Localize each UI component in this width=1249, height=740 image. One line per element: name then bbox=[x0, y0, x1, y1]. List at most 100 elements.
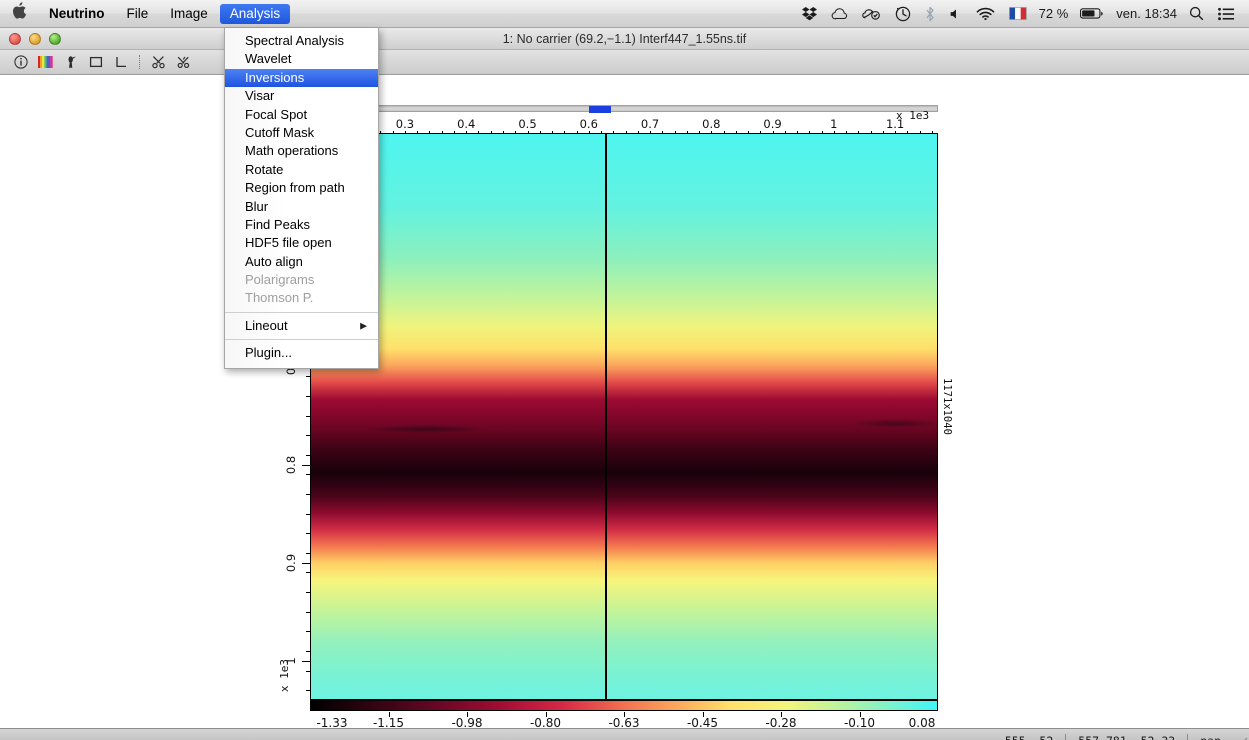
menu-item-region-from-path[interactable]: Region from path bbox=[225, 179, 378, 197]
ruler-tool-icon[interactable] bbox=[108, 52, 133, 73]
menu-bar-status-area: 72 % ven. 18:34 bbox=[795, 3, 1249, 25]
x-tick-label: 0.7 bbox=[640, 117, 660, 131]
flag-fr-icon[interactable] bbox=[1002, 3, 1034, 25]
menu-item-label: Blur bbox=[245, 198, 269, 214]
clock-label[interactable]: ven. 18:34 bbox=[1111, 6, 1182, 21]
x-tick-label: 1.1 bbox=[885, 117, 905, 131]
menu-separator bbox=[225, 311, 378, 313]
volume-icon[interactable] bbox=[942, 3, 969, 25]
menu-item-label: Visar bbox=[245, 88, 275, 104]
menu-item-blur[interactable]: Blur bbox=[225, 198, 378, 216]
menu-item-wavelet[interactable]: Wavelet bbox=[225, 50, 378, 68]
status-pixel-coords: 555 −52 bbox=[993, 734, 1065, 740]
zoom-button[interactable] bbox=[49, 32, 61, 45]
y-tick-mark bbox=[302, 464, 310, 466]
colorbar[interactable] bbox=[310, 700, 938, 711]
menu-item-spectral-analysis[interactable]: Spectral Analysis bbox=[225, 32, 378, 50]
heatmap-image[interactable] bbox=[310, 133, 938, 700]
menu-item-plugin[interactable]: Plugin... bbox=[225, 344, 378, 362]
window-toolbar bbox=[0, 50, 1249, 75]
menu-item-auto-align[interactable]: Auto align bbox=[225, 253, 378, 271]
wifi-icon[interactable] bbox=[969, 3, 1002, 25]
neutrino-main-window: 1: No carrier (69.2,−1.1) Interf447_1.55… bbox=[0, 28, 1249, 740]
menu-file[interactable]: File bbox=[117, 4, 159, 24]
battery-icon[interactable] bbox=[1073, 3, 1111, 25]
heatmap-artifact bbox=[366, 425, 486, 433]
cloud-icon[interactable] bbox=[824, 3, 855, 25]
plot-content-area: x 1e3 0.20.30.40.50.60.70.80.911.1 0.50.… bbox=[0, 76, 1249, 730]
menu-item-label: Region from path bbox=[245, 180, 345, 196]
menu-item-label: Math operations bbox=[245, 143, 339, 159]
dropbox-icon[interactable] bbox=[795, 3, 824, 25]
menu-item-label: HDF5 file open bbox=[245, 235, 332, 251]
x-tick-label: 1 bbox=[830, 117, 838, 131]
menu-item-inversions[interactable]: Inversions bbox=[225, 68, 378, 88]
menu-item-label: Spectral Analysis bbox=[245, 33, 344, 48]
menu-item-rotate[interactable]: Rotate bbox=[225, 161, 378, 179]
rectangle-tool-icon[interactable] bbox=[83, 52, 108, 73]
menu-item-find-peaks[interactable]: Find Peaks bbox=[225, 216, 378, 234]
horizontal-scrollbar-thumb[interactable] bbox=[588, 106, 611, 113]
menu-analysis[interactable]: Analysis bbox=[219, 3, 291, 24]
bluetooth-icon[interactable] bbox=[918, 3, 942, 25]
notification-center-icon[interactable] bbox=[1211, 3, 1242, 25]
y-tick-mark bbox=[302, 562, 310, 564]
info-icon[interactable] bbox=[8, 52, 33, 73]
menu-item-label: Wavelet bbox=[245, 51, 292, 67]
menu-image[interactable]: Image bbox=[160, 4, 218, 24]
menu-neutrino[interactable]: Neutrino bbox=[39, 4, 115, 24]
menu-item-lineout[interactable]: Lineout ▶ bbox=[225, 317, 378, 335]
menu-item-label: Lineout bbox=[245, 317, 288, 333]
toolbar-separator bbox=[139, 55, 140, 69]
system-menu-bar: Neutrino File Image Analysis 72 % ven. 1… bbox=[0, 0, 1249, 28]
cloudapp-icon[interactable] bbox=[855, 3, 888, 25]
y-axis-multiplier-label: x 1e3 bbox=[278, 659, 291, 693]
menu-separator bbox=[225, 339, 378, 341]
apple-logo-icon[interactable] bbox=[0, 1, 38, 26]
menu-item-math-operations[interactable]: Math operations bbox=[225, 142, 378, 160]
battery-percent-label: 72 % bbox=[1038, 6, 1069, 21]
menu-item-hdf5-file-open[interactable]: HDF5 file open bbox=[225, 234, 378, 252]
window-controls bbox=[0, 32, 61, 45]
minimize-button[interactable] bbox=[29, 32, 41, 45]
heatmap-artifact-2 bbox=[851, 419, 937, 428]
birds-icon[interactable] bbox=[171, 52, 196, 73]
x-axis-tick-labels: 0.20.30.40.50.60.70.80.911.1 bbox=[310, 117, 938, 131]
window-title-bar[interactable]: 1: No carrier (69.2,−1.1) Interf447_1.55… bbox=[0, 28, 1249, 50]
status-value: nan bbox=[1188, 734, 1233, 740]
menu-item-polarigrams: Polarigrams bbox=[225, 271, 378, 289]
x-tick-label: 0.3 bbox=[395, 117, 415, 131]
submenu-arrow-icon: ▶ bbox=[360, 320, 367, 331]
menu-item-label: Find Peaks bbox=[245, 216, 311, 232]
horizontal-scrollbar[interactable] bbox=[310, 105, 938, 113]
scissors-icon[interactable] bbox=[146, 52, 171, 73]
menu-item-label: Cutoff Mask bbox=[245, 124, 315, 140]
close-button[interactable] bbox=[9, 32, 21, 45]
colorbar-palette-icon[interactable] bbox=[33, 52, 58, 73]
heatmap-gradient bbox=[311, 134, 937, 699]
pointer-tool-icon[interactable] bbox=[58, 52, 83, 73]
x-tick-label: 0.9 bbox=[763, 117, 782, 131]
spotlight-search-icon[interactable] bbox=[1182, 3, 1211, 25]
menu-item-label: Rotate bbox=[245, 161, 284, 177]
window-title-label: 1: No carrier (69.2,−1.1) Interf447_1.55… bbox=[502, 32, 747, 46]
x-tick-label: 0.5 bbox=[518, 117, 537, 131]
analysis-dropdown-menu: Spectral Analysis Wavelet Inversions Visar F… bbox=[224, 28, 379, 369]
app-root: Neutrino File Image Analysis 72 % ven. 1… bbox=[0, 0, 1249, 740]
menu-item-label: Inversions bbox=[245, 69, 305, 85]
menu-item-cutoff-mask[interactable]: Cutoff Mask bbox=[225, 124, 378, 142]
x-tick-label: 0.8 bbox=[702, 117, 721, 131]
time-machine-icon[interactable] bbox=[888, 3, 918, 25]
status-bar: 555 −52 557.781 −52.33 nan bbox=[0, 728, 1249, 740]
menu-item-label: Focal Spot bbox=[245, 106, 308, 122]
menu-item-focal-spot[interactable]: Focal Spot bbox=[225, 106, 378, 124]
y-tick-mark bbox=[302, 660, 310, 662]
x-tick-label: 0.6 bbox=[579, 117, 598, 131]
status-real-coords: 557.781 −52.33 bbox=[1066, 734, 1187, 740]
menu-item-visar[interactable]: Visar bbox=[225, 87, 378, 105]
menu-item-thomson-p: Thomson P. bbox=[225, 289, 378, 307]
y-tick-label: 0.9 bbox=[284, 553, 298, 572]
menu-item-label: Polarigrams bbox=[245, 272, 315, 288]
image-dimensions-label: 1171x1040 bbox=[941, 378, 953, 435]
vertical-cursor-line[interactable] bbox=[605, 134, 607, 699]
